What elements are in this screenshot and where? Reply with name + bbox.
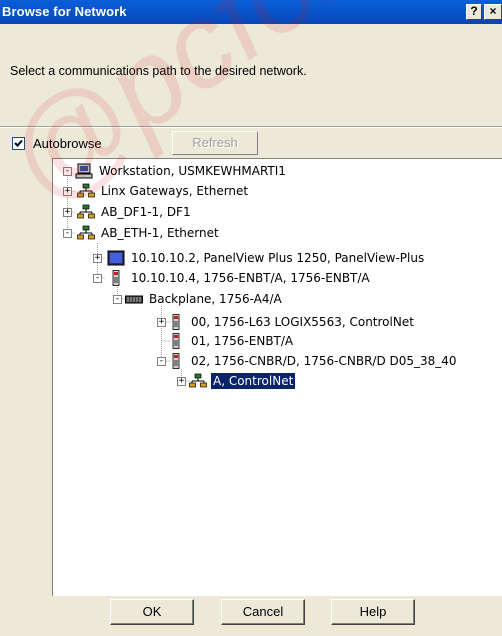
module-icon [172,353,180,369]
expand-panelview-toggle[interactable]: + [93,254,102,263]
expand-linx-gateways-toggle[interactable]: + [63,187,72,196]
tree-node-label: Workstation, USMKEWHMARTI1 [99,164,286,178]
window-title: Browse for Network [2,4,127,19]
tree-node-slot-02[interactable]: 02, 1756-CNBR/D, 1756-CNBR/D D05_38_40 [167,352,459,370]
help-title-button[interactable]: ? [466,4,482,20]
tree-node-slot-00[interactable]: 00, 1756-L63 LOGIX5563, ControlNet [167,313,416,331]
tree-node-backplane[interactable]: Backplane, 1756-A4/A [125,290,284,308]
browse-for-network-dialog: Browse for Network ? × Select a communic… [0,0,502,636]
tree-node-ab-df1[interactable]: AB_DF1-1, DF1 [77,203,193,221]
tree-node-panelview[interactable]: 10.10.10.2, PanelView Plus 1250, PanelVi… [107,249,426,267]
title-bar[interactable]: Browse for Network ? × [0,0,502,24]
collapse-backplane-toggle[interactable]: - [113,295,122,304]
refresh-button[interactable]: Refresh [172,131,258,155]
tree-node-controlnet[interactable]: A, ControlNet [189,372,296,390]
tree-node-label: AB_DF1-1, DF1 [101,205,191,219]
backplane-icon [125,295,143,304]
expand-controlnet-toggle[interactable]: + [177,377,186,386]
network-icon [77,225,95,240]
separator [0,126,502,128]
instruction-text: Select a communications path to the desi… [10,64,307,78]
tree-node-workstation[interactable]: Workstation, USMKEWHMARTI1 [75,162,288,180]
tree-node-label: 02, 1756-CNBR/D, 1756-CNBR/D D05_38_40 [191,354,457,368]
help-button[interactable]: Help [331,599,415,625]
autobrowse-option[interactable]: Autobrowse [12,133,102,153]
module-icon [112,270,120,286]
expand-ab-df1-toggle[interactable]: + [63,208,72,217]
tree-node-linx-gateways[interactable]: Linx Gateways, Ethernet [77,182,250,200]
tree-node-label: 10.10.10.4, 1756-ENBT/A, 1756-ENBT/A [131,271,370,285]
tree-node-label: Backplane, 1756-A4/A [149,292,282,306]
tree-node-label: 01, 1756-ENBT/A [191,334,294,348]
network-icon [189,373,207,388]
expand-slot-00-toggle[interactable]: + [157,318,166,327]
tree-node-label: Linx Gateways, Ethernet [101,184,249,198]
network-icon [77,183,95,198]
tree-node-enbt[interactable]: 10.10.10.4, 1756-ENBT/A, 1756-ENBT/A [107,269,372,287]
collapse-workstation-toggle[interactable]: - [63,167,72,176]
collapse-ab-eth-toggle[interactable]: - [63,229,72,238]
checkmark-icon [14,139,23,147]
collapse-slot-02-toggle[interactable]: - [157,357,166,366]
panelview-icon [107,250,125,266]
tree-node-ab-eth[interactable]: AB_ETH-1, Ethernet [77,224,221,242]
module-icon [172,333,180,349]
collapse-enbt-toggle[interactable]: - [93,274,102,283]
close-button[interactable]: × [484,4,502,20]
tree-node-label: 10.10.10.2, PanelView Plus 1250, PanelVi… [131,251,425,265]
tree-node-label-selected: A, ControlNet [211,373,296,389]
ok-button[interactable]: OK [110,599,194,625]
network-tree[interactable]: - Workstation, USMKEWHMARTI1 + Linx Gate… [52,158,502,596]
tree-node-slot-01[interactable]: 01, 1756-ENBT/A [167,332,295,350]
tree-node-label: AB_ETH-1, Ethernet [101,226,219,240]
cancel-button[interactable]: Cancel [221,599,305,625]
computer-icon [75,163,93,179]
autobrowse-label: Autobrowse [33,135,102,151]
network-icon [77,204,95,219]
module-icon [172,314,180,330]
autobrowse-checkbox[interactable] [12,136,25,150]
tree-node-label: 00, 1756-L63 LOGIX5563, ControlNet [191,315,414,329]
